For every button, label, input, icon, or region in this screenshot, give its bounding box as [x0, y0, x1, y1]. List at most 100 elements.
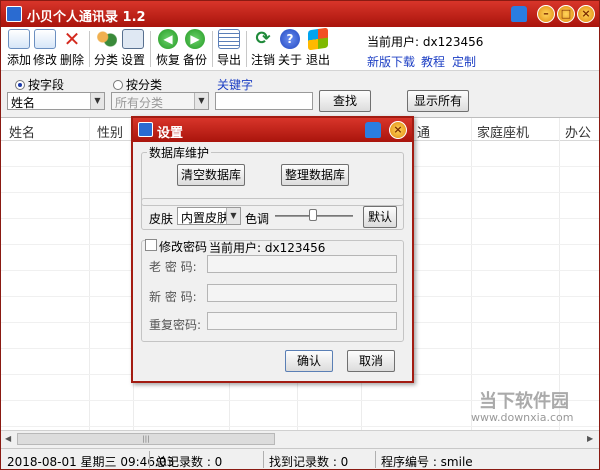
cancel-button[interactable]: 取消 — [347, 350, 395, 372]
field-select[interactable]: 姓名 ▼ — [7, 92, 105, 110]
windows-flag-icon — [308, 27, 328, 51]
backup-button[interactable]: ▶ 备份 — [181, 29, 209, 68]
logout-refresh-icon: ⟳ — [255, 28, 271, 49]
export-button[interactable]: 导出 — [215, 29, 243, 68]
new-version-link[interactable]: 新版下载 — [367, 53, 415, 70]
logout-label: 注销 — [250, 53, 275, 67]
by-field-radio[interactable]: 按字段 — [15, 76, 64, 93]
restore-label: 恢复 — [155, 53, 180, 67]
category-button[interactable]: 分类 — [92, 29, 120, 68]
settings-button[interactable]: 设置 — [119, 29, 147, 68]
users-icon — [95, 29, 117, 49]
chevron-down-icon: ▼ — [226, 208, 240, 224]
dialog-title-bar[interactable]: 设置 × — [133, 118, 412, 142]
title-bar[interactable]: 小贝个人通讯录 1.2 – □ × — [1, 1, 599, 27]
scroll-left-icon[interactable]: ◀ — [5, 434, 11, 443]
dialog-current-user: 当前用户: dx123456 — [209, 241, 326, 255]
column-header-gender[interactable]: 性别 — [97, 122, 123, 141]
column-header-office[interactable]: 办公 — [565, 122, 591, 141]
minimize-icon[interactable]: – — [537, 5, 555, 23]
status-divider — [149, 451, 150, 468]
old-password-field[interactable] — [207, 255, 397, 273]
close-icon[interactable]: × — [577, 5, 595, 23]
category-select-value: 所有分类 — [115, 96, 164, 110]
new-password-label: 新 密 码: — [149, 290, 197, 304]
column-header-contact[interactable]: 通 — [417, 122, 430, 141]
skin-shirt-icon[interactable] — [365, 122, 381, 138]
category-label: 分类 — [93, 53, 118, 67]
repeat-password-label: 重复密码: — [149, 318, 202, 332]
export-icon — [218, 29, 240, 49]
color-slider-knob[interactable] — [309, 209, 317, 221]
color-label: 色调 — [245, 212, 270, 226]
add-label: 添加 — [6, 53, 31, 67]
window-title: 小贝个人通讯录 1.2 — [27, 10, 146, 25]
change-password-checkbox[interactable] — [145, 239, 157, 251]
by-field-label: 按字段 — [28, 78, 65, 92]
column-divider — [471, 118, 472, 430]
new-password-field[interactable] — [207, 284, 397, 302]
scroll-thumb[interactable]: ||| — [17, 433, 275, 445]
default-button[interactable]: 默认 — [363, 206, 397, 228]
clear-db-button[interactable]: 清空数据库 — [177, 164, 245, 186]
status-divider — [375, 451, 376, 468]
delete-x-icon: ✕ — [63, 27, 81, 51]
watermark-url: www.downxia.com — [471, 411, 574, 424]
toolbar-separator — [246, 31, 247, 67]
status-divider — [263, 451, 264, 468]
row-divider — [1, 426, 599, 427]
by-category-label: 按分类 — [126, 78, 163, 92]
skin-shirt-icon[interactable] — [511, 6, 527, 22]
horizontal-scrollbar[interactable]: ◀ ||| ▶ — [1, 430, 599, 447]
tutorial-link[interactable]: 教程 — [421, 53, 445, 70]
back-arrow-icon: ◀ — [158, 29, 178, 49]
main-window: 小贝个人通讯录 1.2 – □ × 添加 修改 ✕ 删除 分类 设置 ◀ 恢复 … — [0, 0, 600, 470]
repeat-password-field[interactable] — [207, 312, 397, 330]
edit-button[interactable]: 修改 — [31, 29, 59, 68]
add-button[interactable]: 添加 — [5, 29, 33, 68]
skin-label: 皮肤 — [149, 212, 174, 226]
category-select[interactable]: 所有分类 ▼ — [111, 92, 209, 110]
maximize-icon[interactable]: □ — [557, 5, 575, 23]
confirm-button[interactable]: 确认 — [285, 350, 333, 372]
keyword-input[interactable] — [215, 92, 313, 110]
organize-db-button[interactable]: 整理数据库 — [281, 164, 349, 186]
column-divider — [559, 118, 560, 430]
show-all-button[interactable]: 显示所有 — [407, 90, 469, 112]
customize-link[interactable]: 定制 — [452, 53, 476, 70]
old-password-label: 老 密 码: — [149, 260, 197, 274]
restore-button[interactable]: ◀ 恢复 — [154, 29, 182, 68]
about-label: 关于 — [277, 53, 302, 67]
about-button[interactable]: ? 关于 — [276, 29, 304, 68]
by-category-radio[interactable]: 按分类 — [113, 76, 162, 93]
dialog-close-icon[interactable]: × — [389, 121, 407, 139]
delete-button[interactable]: ✕ 删除 — [58, 29, 86, 68]
forward-arrow-icon: ▶ — [185, 29, 205, 49]
settings-dialog: 设置 × 数据库维护 清空数据库 整理数据库 皮肤 内置皮肤 ▼ 色调 默认 修… — [131, 116, 414, 383]
edit-file-icon — [34, 29, 56, 49]
chevron-down-icon: ▼ — [90, 93, 104, 109]
app-book-icon — [6, 6, 22, 22]
toolbar-separator — [150, 31, 151, 67]
add-file-icon — [8, 29, 30, 49]
field-select-value: 姓名 — [11, 96, 36, 110]
export-label: 导出 — [216, 53, 241, 67]
column-divider — [89, 118, 90, 430]
backup-label: 备份 — [182, 53, 207, 67]
dialog-title: 设置 — [157, 126, 184, 141]
logout-button[interactable]: ⟳ 注销 — [249, 29, 277, 68]
exit-button[interactable]: 退出 — [304, 27, 332, 68]
radio-dot — [15, 80, 25, 90]
column-header-name[interactable]: 姓名 — [9, 122, 35, 141]
radio-dot — [113, 80, 123, 90]
search-bar: 按字段 按分类 关键字 姓名 ▼ 所有分类 ▼ 查找 显示所有 — [1, 72, 599, 116]
find-button[interactable]: 查找 — [319, 90, 371, 112]
change-password-label: 修改密码 — [157, 238, 210, 255]
status-bar: 2018-08-01 星期三 09:46:03 总记录数 : 0 找到记录数 :… — [1, 448, 599, 469]
status-program: 程序编号 : smile — [381, 455, 473, 469]
scroll-right-icon[interactable]: ▶ — [587, 434, 593, 443]
skin-select[interactable]: 内置皮肤 ▼ — [177, 207, 241, 225]
watermark-brand: 当下软件园 — [479, 391, 569, 412]
toolbar-separator — [212, 31, 213, 67]
column-header-home-phone[interactable]: 家庭座机 — [477, 122, 529, 141]
